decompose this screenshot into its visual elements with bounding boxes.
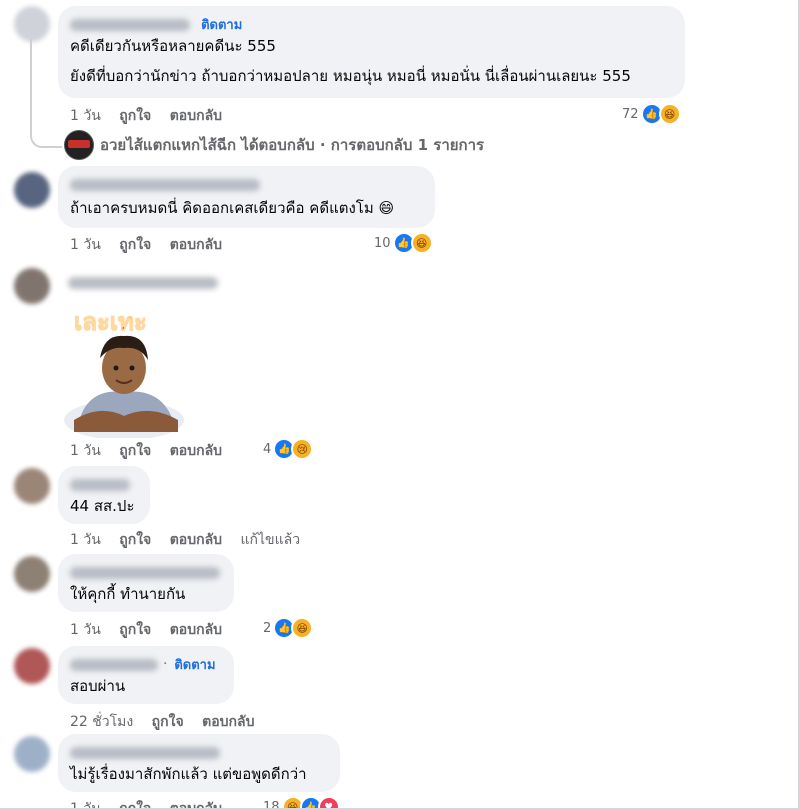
sticker-text: เละเทะ	[74, 308, 147, 336]
comment-text: ไม่รู้เรื่องมาสักพักแล้ว แต่ขอพูดดีกว่า	[70, 765, 307, 783]
reaction-count: 72	[622, 106, 639, 122]
like-button[interactable]: ถูกใจ	[119, 801, 151, 808]
comment-text: คดีเดียวกันหรือหลายคดีนะ 555	[70, 37, 276, 55]
timestamp[interactable]: 1 วัน	[70, 532, 101, 548]
avatar[interactable]	[14, 468, 50, 504]
timestamp[interactable]: 1 วัน	[70, 801, 101, 808]
follow-link[interactable]: ติดตาม	[201, 18, 242, 33]
author-name[interactable]	[70, 178, 260, 191]
comment-bubble: ไม่รู้เรื่องมาสักพักแล้ว แต่ขอพูดดีกว่า	[58, 734, 340, 792]
edited-label: แก้ไขแล้ว	[240, 532, 301, 548]
like-button[interactable]: ถูกใจ	[119, 532, 151, 548]
reaction-summary[interactable]: 10 👍 😆	[374, 232, 433, 254]
reaction-summary[interactable]: 2 👍 😆	[263, 617, 314, 639]
comment-actions: 1 วัน ถูกใจ ตอบกลับ	[70, 619, 236, 641]
reply-button[interactable]: ตอบกลับ	[170, 108, 222, 124]
reply-button[interactable]: ตอบกลับ	[170, 237, 222, 253]
replies-summary: อวยไส้แตกแหกไส้ฉีก ได้ตอบกลับ · การตอบกล…	[100, 136, 485, 154]
author-name[interactable]	[68, 276, 218, 289]
haha-icon: 😆	[658, 103, 681, 125]
comment-text: 44 สส.ปะ	[70, 497, 135, 515]
haha-icon: 😆	[410, 232, 433, 254]
comment-bubble: · ติดตาม สอบผ่าน	[58, 646, 234, 704]
avatar[interactable]	[14, 736, 50, 772]
comment-actions: 1 วัน ถูกใจ ตอบกลับ	[70, 234, 236, 256]
comment-actions: 1 วัน ถูกใจ ตอบกลับ	[70, 798, 236, 808]
reaction-count: 18	[263, 799, 280, 810]
timestamp[interactable]: 1 วัน	[70, 237, 101, 253]
avatar[interactable]	[14, 556, 50, 592]
avatar[interactable]	[14, 172, 50, 208]
avatar[interactable]	[14, 648, 50, 684]
timestamp[interactable]: 1 วัน	[70, 443, 101, 459]
author-name[interactable]	[70, 746, 220, 759]
avatar[interactable]	[14, 6, 50, 42]
comment-actions: 1 วัน ถูกใจ ตอบกลับ	[70, 105, 236, 127]
reaction-summary[interactable]: 4 👍 😢	[263, 438, 314, 460]
reply-button[interactable]: ตอบกลับ	[202, 714, 254, 730]
comment-text: ถ้าเอาครบหมดนี่ คิดออกเคสเดียวคือ คดีแตง…	[70, 199, 395, 217]
reply-avatar	[64, 130, 94, 160]
author-name[interactable]	[70, 18, 190, 31]
like-button[interactable]: ถูกใจ	[152, 714, 184, 730]
comment-text: ยังดีที่บอกว่านักข่าว ถ้าบอกว่าหมอปลาย ห…	[70, 67, 631, 85]
sticker-image[interactable]: เละเทะ	[60, 300, 200, 438]
comment-text: สอบผ่าน	[70, 677, 126, 695]
comment-bubble: 44 สส.ปะ	[58, 466, 150, 524]
avatar[interactable]	[14, 268, 50, 304]
sad-icon: 😢	[291, 438, 314, 460]
reaction-count: 2	[263, 620, 272, 636]
reaction-count: 10	[374, 235, 391, 251]
love-icon: ♥	[317, 796, 340, 808]
reply-button[interactable]: ตอบกลับ	[170, 443, 222, 459]
reaction-summary[interactable]: 72 👍 😆	[622, 103, 681, 125]
reaction-count: 4	[263, 441, 272, 457]
follow-link[interactable]: ติดตาม	[174, 658, 215, 673]
reaction-summary[interactable]: 18 😆 👍 ♥	[263, 796, 340, 810]
comment-bubble: ถ้าเอาครบหมดนี่ คิดออกเคสเดียวคือ คดีแตง…	[58, 166, 435, 228]
like-button[interactable]: ถูกใจ	[119, 108, 151, 124]
comment-actions: 1 วัน ถูกใจ ตอบกลับ แก้ไขแล้ว	[70, 529, 314, 551]
comment-actions: 22 ชั่วโมง ถูกใจ ตอบกลับ	[70, 711, 268, 733]
author-name[interactable]	[70, 566, 220, 579]
reply-button[interactable]: ตอบกลับ	[170, 532, 222, 548]
timestamp[interactable]: 22 ชั่วโมง	[70, 714, 133, 730]
timestamp[interactable]: 1 วัน	[70, 108, 101, 124]
like-button[interactable]: ถูกใจ	[119, 443, 151, 459]
comments-panel: ติดตาม คดีเดียวกันหรือหลายคดีนะ 555 ยังด…	[0, 0, 800, 810]
like-button[interactable]: ถูกใจ	[119, 237, 151, 253]
author-name[interactable]	[70, 478, 130, 491]
timestamp[interactable]: 1 วัน	[70, 622, 101, 638]
comment-text: ให้คุกกี้ ทำนายกัน	[70, 585, 186, 603]
comment-bubble: ติดตาม คดีเดียวกันหรือหลายคดีนะ 555 ยังด…	[58, 6, 685, 98]
comment-bubble: ให้คุกกี้ ทำนายกัน	[58, 554, 234, 612]
comment-actions: 1 วัน ถูกใจ ตอบกลับ	[70, 440, 236, 462]
reply-button[interactable]: ตอบกลับ	[170, 801, 222, 808]
reply-button[interactable]: ตอบกลับ	[170, 622, 222, 638]
haha-icon: 😆	[291, 617, 314, 639]
view-replies-link[interactable]: อวยไส้แตกแหกไส้ฉีก ได้ตอบกลับ · การตอบกล…	[64, 130, 484, 160]
author-name[interactable]	[70, 658, 158, 671]
like-button[interactable]: ถูกใจ	[119, 622, 151, 638]
